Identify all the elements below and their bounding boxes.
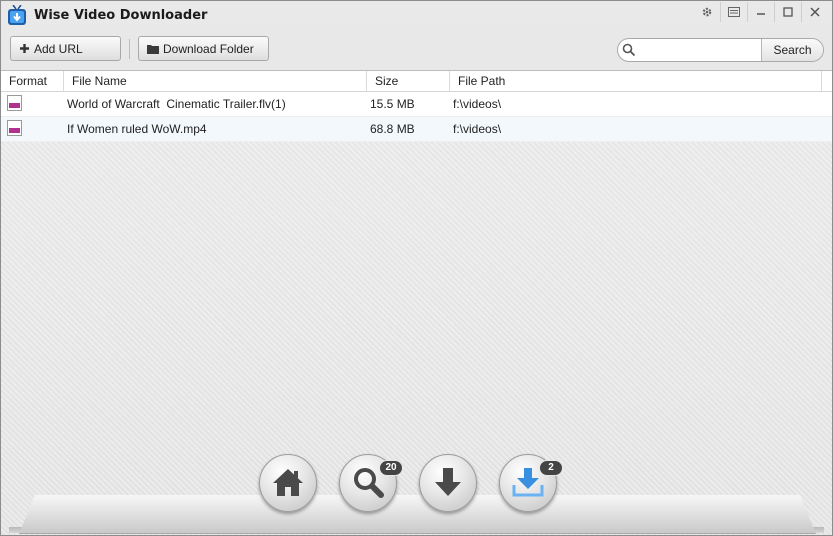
file-size: 15.5 MB — [370, 97, 415, 111]
bottom-shelf — [19, 495, 816, 534]
search-icon — [622, 43, 636, 60]
table-row[interactable]: World of Warcraft Cinematic Trailer.flv(… — [1, 92, 832, 117]
file-name: World of Warcraft Cinematic Trailer.flv(… — [67, 97, 286, 111]
file-name: If Women ruled WoW.mp4 — [67, 122, 207, 136]
column-format[interactable]: Format — [1, 71, 64, 91]
app-logo-icon — [7, 4, 27, 26]
plus-icon — [19, 43, 30, 54]
file-path: f:\videos\ — [453, 122, 502, 136]
column-file-name[interactable]: File Name — [64, 71, 367, 91]
toolbar-separator — [129, 39, 130, 59]
title-bar: Wise Video Downloader — [1, 1, 832, 31]
download-folder-label: Download Folder — [163, 41, 254, 56]
table-body: World of Warcraft Cinematic Trailer.flv(… — [1, 92, 832, 142]
video-file-icon — [7, 120, 22, 138]
maximize-icon[interactable] — [774, 2, 801, 22]
column-size[interactable]: Size — [367, 71, 450, 91]
video-file-icon — [7, 95, 22, 113]
download-folder-button[interactable]: Download Folder — [138, 36, 269, 61]
search-count-badge: 20 — [379, 460, 403, 476]
menu-icon[interactable] — [720, 2, 747, 22]
downloading-button[interactable] — [419, 454, 477, 512]
download-icon — [434, 466, 462, 501]
search-button[interactable]: Search — [761, 39, 823, 61]
settings-icon[interactable] — [694, 2, 720, 22]
folder-icon — [147, 44, 159, 54]
file-size: 68.8 MB — [370, 122, 415, 136]
app-title: Wise Video Downloader — [34, 8, 208, 23]
file-list-area: Format File Name Size File Path World of… — [1, 70, 832, 535]
add-url-label: Add URL — [34, 41, 83, 56]
window-controls — [694, 2, 828, 24]
column-file-path[interactable]: File Path — [450, 71, 822, 91]
search-input[interactable] — [640, 41, 762, 61]
add-url-button[interactable]: Add URL — [10, 36, 121, 61]
search-box: Search — [617, 38, 824, 62]
file-path: f:\videos\ — [453, 97, 502, 111]
home-button[interactable] — [259, 454, 317, 512]
minimize-icon[interactable] — [747, 2, 774, 22]
close-icon[interactable] — [801, 2, 828, 22]
table-header: Format File Name Size File Path — [1, 71, 832, 92]
table-row[interactable]: If Women ruled WoW.mp4 68.8 MB f:\videos… — [1, 117, 832, 142]
app-window: Wise Video Downloader Add URL Download F… — [0, 0, 833, 536]
home-icon — [272, 467, 304, 500]
downloaded-count-badge: 2 — [539, 460, 563, 476]
